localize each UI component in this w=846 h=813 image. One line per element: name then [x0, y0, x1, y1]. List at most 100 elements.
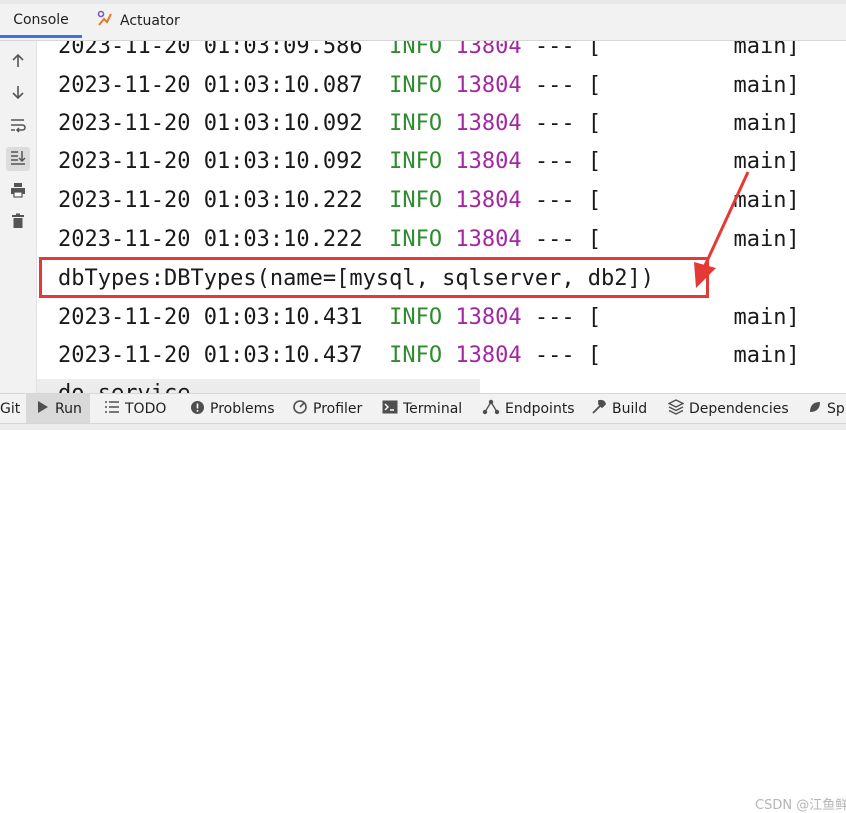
log-line: 2023-11-20 01:03:10.092 INFO 13804 --- […	[58, 104, 800, 143]
log-separator: --- [	[534, 73, 602, 98]
log-level: INFO	[389, 305, 443, 330]
soft-wrap-icon	[9, 117, 27, 137]
log-thread: main]	[733, 343, 800, 368]
console-toolbar	[0, 41, 37, 393]
log-timestamp: 2023-11-20 01:03:10.437	[58, 343, 363, 368]
tab-console-label: Console	[13, 11, 69, 28]
log-timestamp: 2023-11-20 01:03:10.222	[58, 227, 363, 252]
log-separator: --- [	[534, 41, 602, 59]
log-pid: 13804	[455, 41, 522, 59]
tool-tab-terminal[interactable]: Terminal	[382, 394, 462, 424]
print-button[interactable]	[6, 180, 30, 204]
tool-tab-profiler[interactable]: Profiler	[292, 394, 362, 424]
log-pid: 13804	[455, 227, 522, 252]
actuator-icon	[96, 10, 120, 32]
tool-tab-build[interactable]: Build	[591, 394, 647, 424]
log-pid: 13804	[455, 149, 522, 174]
dependencies-icon	[667, 399, 689, 419]
endpoints-icon	[482, 399, 505, 419]
log-timestamp: 2023-11-20 01:03:10.431	[58, 305, 363, 330]
log-level: INFO	[389, 41, 443, 59]
print-icon	[10, 182, 26, 202]
tool-tab-spring[interactable]: Spri	[808, 394, 846, 424]
log-level: INFO	[389, 111, 443, 136]
console-output[interactable]: 2023-11-20 01:03:09.586 INFO 13804 --- […	[37, 41, 846, 393]
log-line: 2023-11-20 01:03:10.222 INFO 13804 --- […	[58, 181, 800, 220]
tool-tab-label: Endpoints	[505, 401, 575, 417]
log-timestamp: 2023-11-20 01:03:09.586	[58, 41, 363, 59]
tool-tab-dependencies[interactable]: Dependencies	[667, 394, 789, 424]
log-level: INFO	[389, 343, 443, 368]
tool-tab-label: Dependencies	[689, 401, 789, 417]
log-line: 2023-11-20 01:03:10.087 INFO 13804 --- […	[58, 66, 800, 105]
tool-tab-label: Problems	[210, 401, 275, 417]
log-timestamp: 2023-11-20 01:03:10.092	[58, 149, 363, 174]
todo-icon	[104, 400, 125, 418]
log-level: INFO	[389, 227, 443, 252]
log-thread: main]	[733, 188, 800, 213]
log-pid: 13804	[455, 111, 522, 136]
log-separator: --- [	[534, 149, 602, 174]
log-thread: main]	[733, 305, 800, 330]
tool-tab-label: Profiler	[313, 401, 363, 417]
scroll-down-button[interactable]	[6, 82, 30, 106]
log-line: 2023-11-20 01:03:09.586 INFO 13804 --- […	[58, 41, 800, 66]
clear-all-button[interactable]	[6, 211, 30, 235]
tool-tab-label: Run	[55, 401, 82, 417]
tool-tab-label: TODO	[125, 401, 167, 417]
log-pid: 13804	[455, 73, 522, 98]
log-timestamp: 2023-11-20 01:03:10.087	[58, 73, 363, 98]
tool-tab-todo[interactable]: TODO	[104, 394, 166, 424]
profiler-icon	[292, 399, 313, 419]
tool-tab-problems[interactable]: Problems	[190, 394, 275, 424]
log-thread: main]	[733, 41, 800, 59]
run-icon	[36, 400, 55, 418]
log-separator: --- [	[534, 305, 602, 330]
tool-tab-git[interactable]: Git	[0, 394, 20, 424]
tab-actuator-label: Actuator	[120, 13, 180, 29]
log-level: INFO	[389, 73, 443, 98]
tool-tab-label: Git	[0, 401, 21, 417]
log-thread: main]	[733, 73, 800, 98]
tab-actuator[interactable]: Actuator	[96, 4, 180, 38]
log-level: INFO	[389, 149, 443, 174]
log-timestamp: 2023-11-20 01:03:10.092	[58, 111, 363, 136]
log-line: 2023-11-20 01:03:10.437 INFO 13804 --- […	[58, 336, 800, 375]
build-icon	[591, 399, 612, 419]
log-level: INFO	[389, 188, 443, 213]
log-separator: --- [	[534, 343, 602, 368]
scroll-to-end-button[interactable]	[6, 147, 30, 171]
log-thread: main]	[733, 149, 800, 174]
log-line: 2023-11-20 01:03:10.092 INFO 13804 --- […	[58, 142, 800, 181]
scroll-up-button[interactable]	[6, 51, 30, 75]
tool-window-header: Console Actuator	[0, 0, 846, 41]
partial-log-line: do service	[58, 381, 190, 393]
log-thread: main]	[733, 227, 800, 252]
arrow-up-icon	[10, 53, 26, 73]
log-separator: --- [	[534, 227, 602, 252]
log-separator: --- [	[534, 188, 602, 213]
log-line: 2023-11-20 01:03:10.431 INFO 13804 --- […	[58, 298, 800, 337]
arrow-down-icon	[10, 84, 26, 104]
log-separator: --- [	[534, 111, 602, 136]
trash-icon	[10, 213, 26, 233]
terminal-icon	[382, 400, 403, 418]
log-thread: main]	[733, 111, 800, 136]
log-pid: 13804	[455, 305, 522, 330]
tab-console[interactable]: Console	[0, 4, 82, 38]
log-timestamp: 2023-11-20 01:03:10.222	[58, 188, 363, 213]
annotation-highlight-box	[39, 257, 709, 298]
scroll-to-end-icon	[9, 149, 27, 169]
tool-tab-label: Build	[612, 401, 648, 417]
spring-icon	[808, 400, 827, 418]
watermark: CSDN @江鱼鲜	[755, 798, 846, 813]
tool-tab-run[interactable]: Run	[26, 394, 90, 424]
log-pid: 13804	[455, 188, 522, 213]
tool-tab-endpoints[interactable]: Endpoints	[482, 394, 575, 424]
tool-tab-label: Spri	[827, 401, 846, 417]
log-line: 2023-11-20 01:03:10.222 INFO 13804 --- […	[58, 220, 800, 259]
tool-window-bar: Git Run TODO Problems Profiler Terminal …	[0, 393, 846, 813]
log-pid: 13804	[455, 343, 522, 368]
tool-tab-label: Terminal	[403, 401, 463, 417]
soft-wrap-button[interactable]	[6, 115, 30, 139]
